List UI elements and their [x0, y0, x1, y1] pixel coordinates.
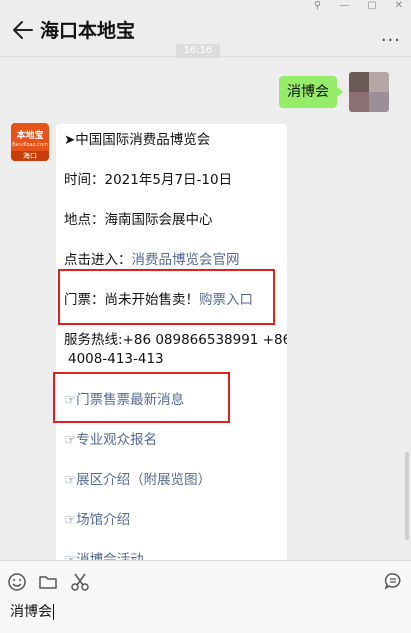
exhibition-zones-link[interactable]: ☞展区介绍（附展览图）: [64, 470, 211, 490]
folder-icon[interactable]: [37, 571, 59, 593]
user-message-bubble[interactable]: 消博会: [279, 76, 343, 108]
emoji-icon[interactable]: [6, 571, 28, 593]
avatar-domain-text: Bendibao.com: [12, 142, 48, 148]
avatar-brand-text: 本地宝: [16, 131, 44, 141]
minimize-icon[interactable]: —: [339, 0, 349, 12]
official-site-prefix: 点击进入：: [64, 252, 132, 268]
expo-time: 时间：2021年5月7日-10日: [64, 172, 233, 188]
bot-avatar[interactable]: 本地宝 Bendibao.com 海口: [11, 123, 49, 161]
user-avatar[interactable]: [349, 72, 389, 112]
expo-title: ➤中国国际消费品博览会: [64, 132, 211, 148]
voice-chat-icon[interactable]: [382, 571, 404, 593]
close-icon[interactable]: ✕: [395, 0, 403, 12]
chat-scrollbar[interactable]: [405, 452, 409, 540]
maximize-icon[interactable]: ▢: [367, 0, 376, 12]
message-input-value: 消博会: [10, 604, 52, 620]
hotline-line-2: 4008-413-413: [68, 351, 164, 367]
official-site-link[interactable]: 消费品博览会官网: [132, 252, 240, 268]
message-input[interactable]: 消博会: [10, 601, 54, 621]
bot-message-bubble: ➤中国国际消费品博览会 时间：2021年5月7日-10日 地点：海南国际会展中心…: [56, 124, 287, 574]
window-controls: ⚲ — ▢ ✕: [314, 0, 403, 12]
expo-place: 地点：海南国际会展中心: [64, 212, 213, 228]
message-timestamp: 16:16: [176, 44, 220, 58]
text-caret: [53, 604, 54, 620]
input-area: 消博会: [0, 560, 411, 633]
ticket-highlight-box: [58, 269, 275, 325]
official-site-row: 点击进入：消费品博览会官网: [64, 250, 240, 270]
chat-title: 海口本地宝: [40, 20, 136, 42]
visitor-register-link[interactable]: ☞专业观众报名: [64, 430, 157, 450]
pin-icon[interactable]: ⚲: [314, 0, 321, 12]
back-arrow-icon[interactable]: [12, 19, 34, 41]
scissors-icon[interactable]: [69, 571, 91, 593]
news-highlight-box: [53, 372, 230, 423]
hotline-line-1: 服务热线:+86 089866538991 +86: [64, 332, 287, 348]
more-options-icon[interactable]: ···: [381, 30, 401, 51]
venue-intro-link[interactable]: ☞场馆介绍: [64, 510, 130, 530]
avatar-city-text: 海口: [11, 151, 49, 161]
